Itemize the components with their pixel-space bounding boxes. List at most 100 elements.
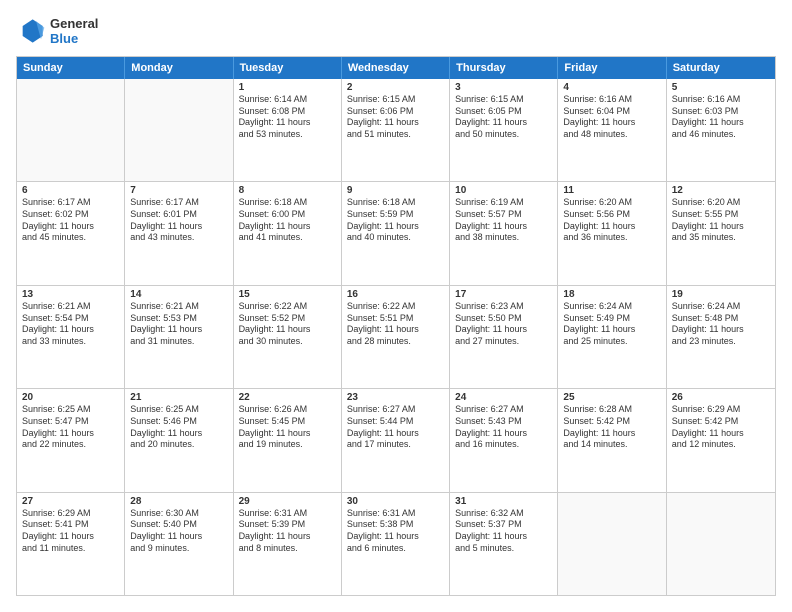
cell-text: Daylight: 11 hours xyxy=(455,531,552,543)
logo-icon xyxy=(16,16,46,46)
cell-text: Daylight: 11 hours xyxy=(347,324,444,336)
cell-text: Sunset: 5:56 PM xyxy=(563,209,660,221)
day-number: 10 xyxy=(455,185,552,196)
cell-text: Daylight: 11 hours xyxy=(239,428,336,440)
cell-text: Sunset: 6:00 PM xyxy=(239,209,336,221)
empty-cell xyxy=(17,79,125,181)
cell-text: Sunset: 6:01 PM xyxy=(130,209,227,221)
day-cell-14: 14Sunrise: 6:21 AMSunset: 5:53 PMDayligh… xyxy=(125,286,233,388)
cell-text: Sunrise: 6:30 AM xyxy=(130,508,227,520)
header: General Blue xyxy=(16,16,776,46)
day-number: 20 xyxy=(22,392,119,403)
day-cell-26: 26Sunrise: 6:29 AMSunset: 5:42 PMDayligh… xyxy=(667,389,775,491)
cell-text: and 19 minutes. xyxy=(239,439,336,451)
day-cell-9: 9Sunrise: 6:18 AMSunset: 5:59 PMDaylight… xyxy=(342,182,450,284)
day-cell-16: 16Sunrise: 6:22 AMSunset: 5:51 PMDayligh… xyxy=(342,286,450,388)
day-number: 25 xyxy=(563,392,660,403)
cell-text: Sunrise: 6:22 AM xyxy=(239,301,336,313)
day-number: 16 xyxy=(347,289,444,300)
cell-text: Daylight: 11 hours xyxy=(22,531,119,543)
day-number: 18 xyxy=(563,289,660,300)
cell-text: Sunset: 6:05 PM xyxy=(455,106,552,118)
cell-text: Sunrise: 6:16 AM xyxy=(563,94,660,106)
day-number: 24 xyxy=(455,392,552,403)
calendar-row-4: 20Sunrise: 6:25 AMSunset: 5:47 PMDayligh… xyxy=(17,388,775,491)
day-number: 4 xyxy=(563,82,660,93)
day-cell-21: 21Sunrise: 6:25 AMSunset: 5:46 PMDayligh… xyxy=(125,389,233,491)
logo-text: General Blue xyxy=(50,16,98,46)
cell-text: Sunset: 5:55 PM xyxy=(672,209,770,221)
cell-text: Sunrise: 6:14 AM xyxy=(239,94,336,106)
cell-text: and 45 minutes. xyxy=(22,232,119,244)
cell-text: Sunset: 5:37 PM xyxy=(455,519,552,531)
cell-text: and 48 minutes. xyxy=(563,129,660,141)
cell-text: Sunrise: 6:32 AM xyxy=(455,508,552,520)
day-cell-18: 18Sunrise: 6:24 AMSunset: 5:49 PMDayligh… xyxy=(558,286,666,388)
cell-text: Daylight: 11 hours xyxy=(563,428,660,440)
day-cell-29: 29Sunrise: 6:31 AMSunset: 5:39 PMDayligh… xyxy=(234,493,342,595)
day-number: 5 xyxy=(672,82,770,93)
cell-text: Sunrise: 6:19 AM xyxy=(455,197,552,209)
day-cell-2: 2Sunrise: 6:15 AMSunset: 6:06 PMDaylight… xyxy=(342,79,450,181)
cell-text: Sunset: 6:03 PM xyxy=(672,106,770,118)
day-cell-30: 30Sunrise: 6:31 AMSunset: 5:38 PMDayligh… xyxy=(342,493,450,595)
day-cell-23: 23Sunrise: 6:27 AMSunset: 5:44 PMDayligh… xyxy=(342,389,450,491)
cell-text: and 40 minutes. xyxy=(347,232,444,244)
day-number: 9 xyxy=(347,185,444,196)
cell-text: and 31 minutes. xyxy=(130,336,227,348)
cell-text: Daylight: 11 hours xyxy=(347,117,444,129)
cell-text: Sunset: 5:38 PM xyxy=(347,519,444,531)
day-header-friday: Friday xyxy=(558,57,666,79)
day-number: 19 xyxy=(672,289,770,300)
cell-text: Sunset: 5:44 PM xyxy=(347,416,444,428)
day-number: 2 xyxy=(347,82,444,93)
cell-text: and 14 minutes. xyxy=(563,439,660,451)
cell-text: Daylight: 11 hours xyxy=(672,117,770,129)
cell-text: Sunset: 6:02 PM xyxy=(22,209,119,221)
day-cell-12: 12Sunrise: 6:20 AMSunset: 5:55 PMDayligh… xyxy=(667,182,775,284)
cell-text: Sunset: 6:06 PM xyxy=(347,106,444,118)
cell-text: Sunrise: 6:21 AM xyxy=(22,301,119,313)
cell-text: Sunset: 5:43 PM xyxy=(455,416,552,428)
day-cell-27: 27Sunrise: 6:29 AMSunset: 5:41 PMDayligh… xyxy=(17,493,125,595)
day-number: 6 xyxy=(22,185,119,196)
calendar-row-3: 13Sunrise: 6:21 AMSunset: 5:54 PMDayligh… xyxy=(17,285,775,388)
calendar-body: 1Sunrise: 6:14 AMSunset: 6:08 PMDaylight… xyxy=(17,79,775,595)
cell-text: Sunrise: 6:24 AM xyxy=(672,301,770,313)
day-cell-28: 28Sunrise: 6:30 AMSunset: 5:40 PMDayligh… xyxy=(125,493,233,595)
cell-text: Sunrise: 6:31 AM xyxy=(347,508,444,520)
cell-text: Sunrise: 6:21 AM xyxy=(130,301,227,313)
cell-text: Sunset: 5:54 PM xyxy=(22,313,119,325)
cell-text: Sunset: 5:57 PM xyxy=(455,209,552,221)
day-cell-17: 17Sunrise: 6:23 AMSunset: 5:50 PMDayligh… xyxy=(450,286,558,388)
cell-text: Sunrise: 6:17 AM xyxy=(22,197,119,209)
empty-cell xyxy=(667,493,775,595)
day-cell-11: 11Sunrise: 6:20 AMSunset: 5:56 PMDayligh… xyxy=(558,182,666,284)
day-cell-4: 4Sunrise: 6:16 AMSunset: 6:04 PMDaylight… xyxy=(558,79,666,181)
day-number: 3 xyxy=(455,82,552,93)
cell-text: Sunrise: 6:28 AM xyxy=(563,404,660,416)
cell-text: and 25 minutes. xyxy=(563,336,660,348)
cell-text: Sunrise: 6:22 AM xyxy=(347,301,444,313)
day-cell-24: 24Sunrise: 6:27 AMSunset: 5:43 PMDayligh… xyxy=(450,389,558,491)
cell-text: Sunset: 5:42 PM xyxy=(563,416,660,428)
cell-text: Daylight: 11 hours xyxy=(563,324,660,336)
day-number: 26 xyxy=(672,392,770,403)
day-cell-19: 19Sunrise: 6:24 AMSunset: 5:48 PMDayligh… xyxy=(667,286,775,388)
cell-text: Daylight: 11 hours xyxy=(22,428,119,440)
day-cell-10: 10Sunrise: 6:19 AMSunset: 5:57 PMDayligh… xyxy=(450,182,558,284)
cell-text: Sunset: 5:59 PM xyxy=(347,209,444,221)
day-cell-3: 3Sunrise: 6:15 AMSunset: 6:05 PMDaylight… xyxy=(450,79,558,181)
cell-text: Daylight: 11 hours xyxy=(130,428,227,440)
cell-text: Daylight: 11 hours xyxy=(455,428,552,440)
cell-text: and 35 minutes. xyxy=(672,232,770,244)
day-number: 23 xyxy=(347,392,444,403)
cell-text: Sunrise: 6:15 AM xyxy=(347,94,444,106)
day-header-sunday: Sunday xyxy=(17,57,125,79)
day-number: 27 xyxy=(22,496,119,507)
calendar: SundayMondayTuesdayWednesdayThursdayFrid… xyxy=(16,56,776,596)
day-cell-7: 7Sunrise: 6:17 AMSunset: 6:01 PMDaylight… xyxy=(125,182,233,284)
logo: General Blue xyxy=(16,16,98,46)
cell-text: Sunset: 5:42 PM xyxy=(672,416,770,428)
cell-text: Daylight: 11 hours xyxy=(455,117,552,129)
